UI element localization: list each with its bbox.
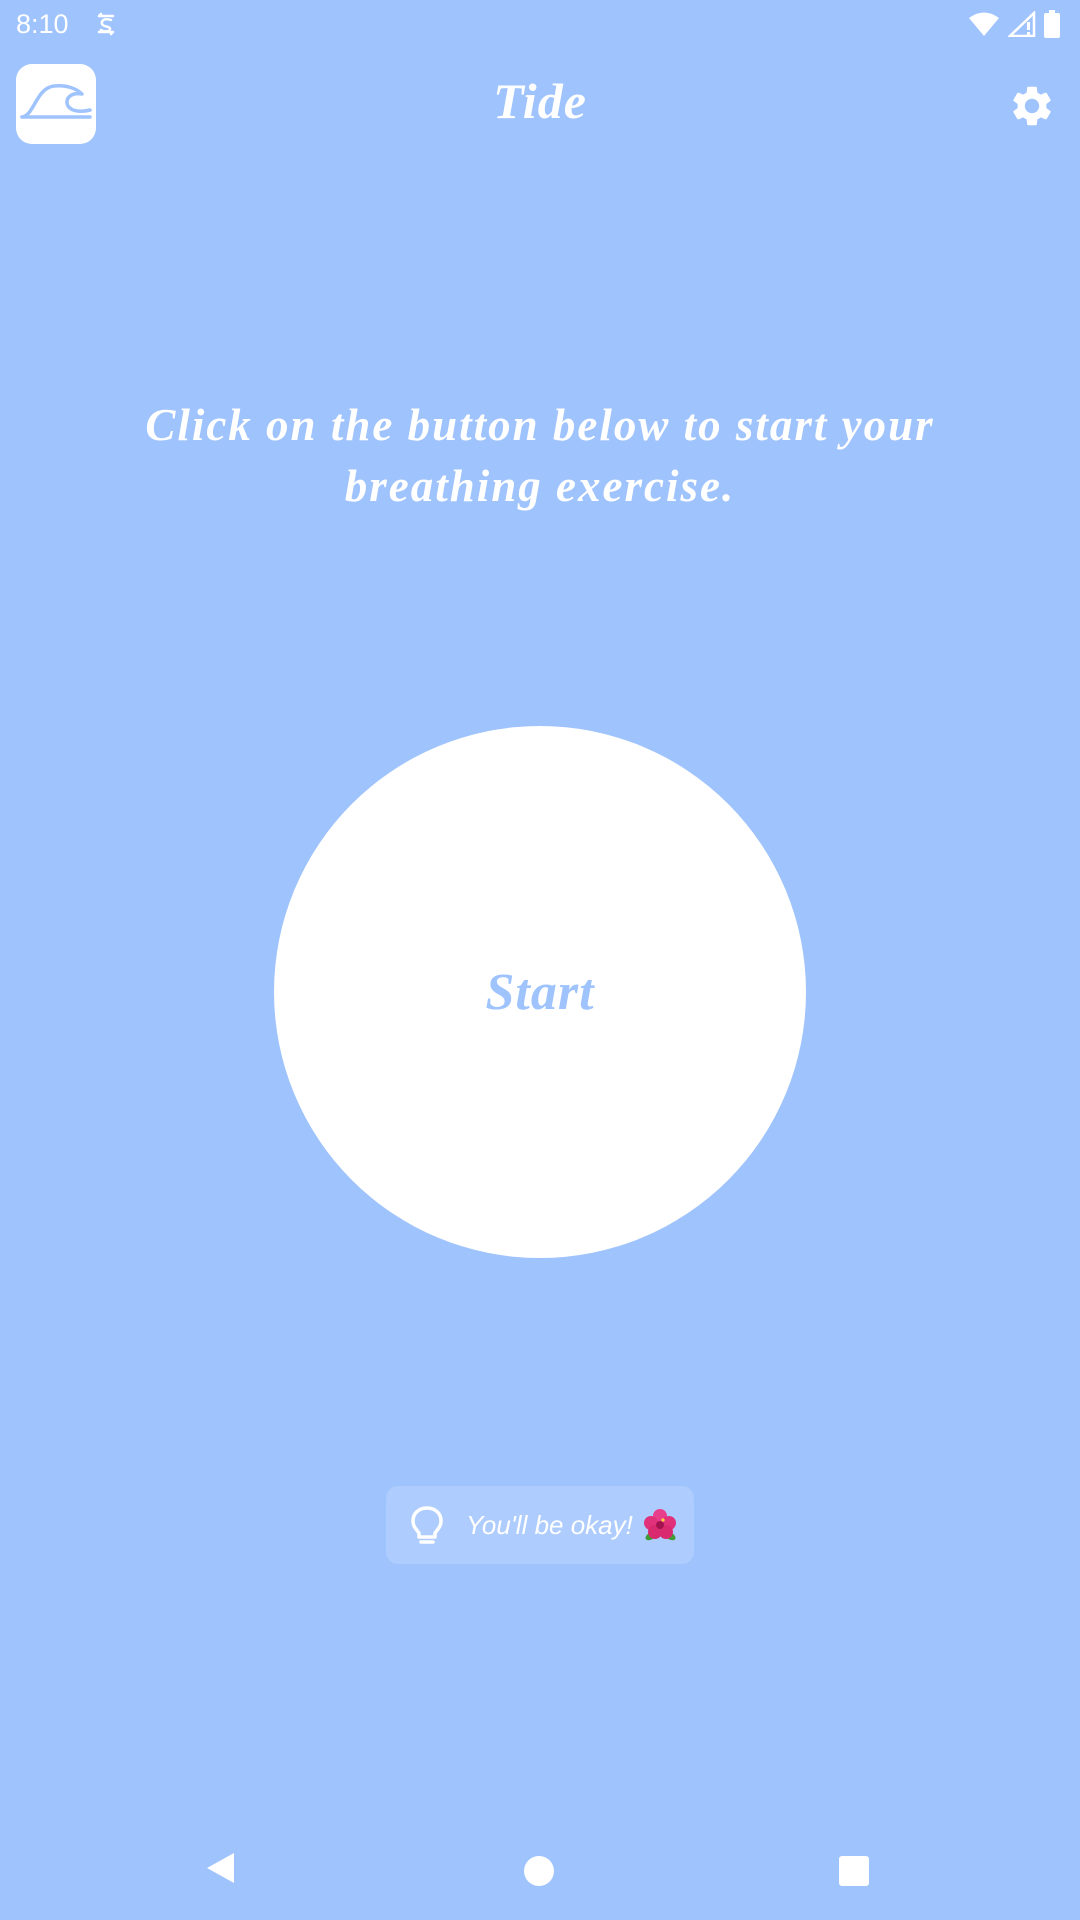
- start-button[interactable]: Start: [274, 726, 806, 1258]
- cellular-signal-icon: [1008, 11, 1036, 37]
- gear-icon: [1013, 86, 1051, 126]
- battery-icon: [1044, 10, 1060, 38]
- status-icons: [968, 9, 1060, 39]
- app-title: Tide: [493, 73, 587, 129]
- start-label: Start: [485, 963, 595, 1021]
- settings-button[interactable]: [1008, 82, 1056, 130]
- wifi-icon: [969, 12, 999, 36]
- hibiscus-icon: [644, 1509, 676, 1541]
- back-icon[interactable]: [205, 1851, 235, 1885]
- home-icon[interactable]: [524, 1856, 554, 1886]
- tip-chip: You'll be okay!: [386, 1486, 694, 1564]
- lightbulb-icon: [411, 1506, 443, 1544]
- instruction-text: Click on the button below to start your …: [145, 400, 935, 511]
- status-time: 8:10: [16, 9, 69, 39]
- tip-text: You'll be okay!: [466, 1510, 633, 1540]
- status-bar: 8:10: [0, 0, 1080, 48]
- sync-icon: [97, 12, 115, 36]
- recents-icon[interactable]: [839, 1856, 869, 1886]
